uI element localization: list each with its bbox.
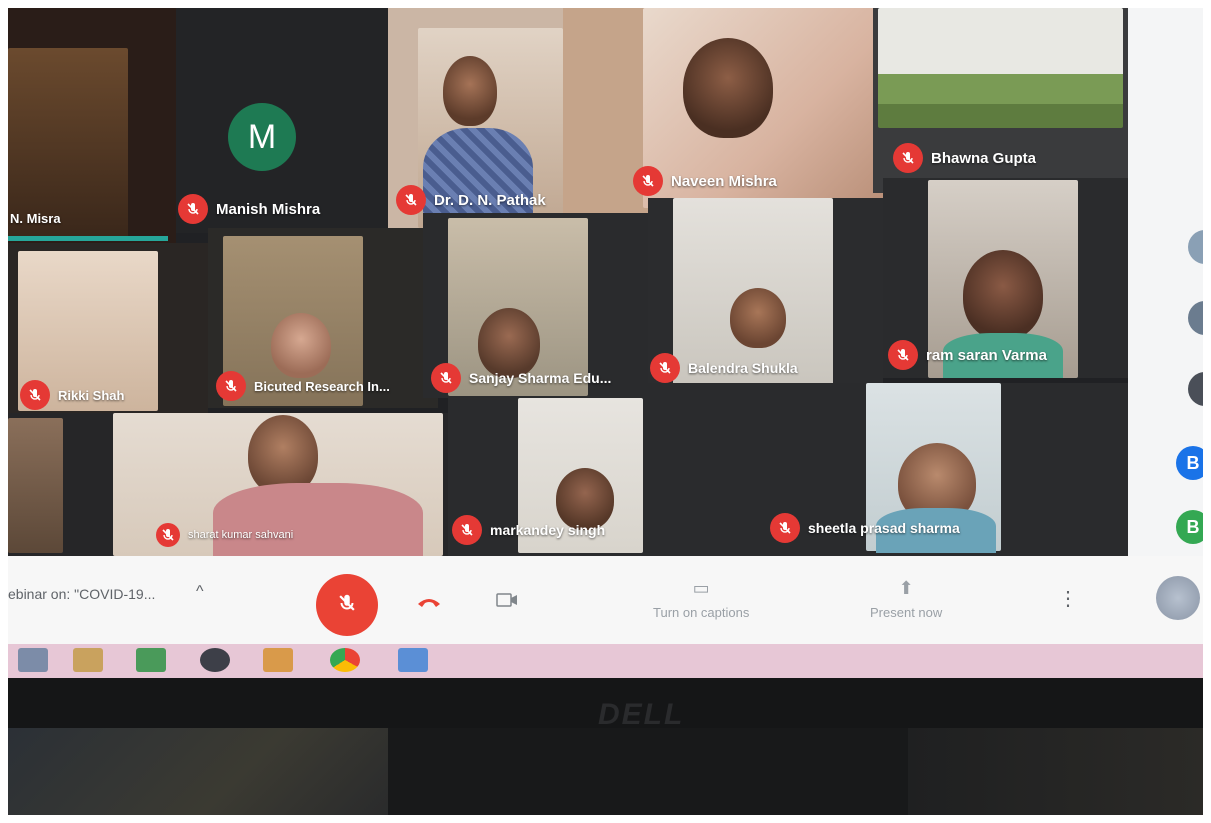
mic-off-icon bbox=[396, 185, 426, 215]
participant-tile[interactable]: Rikki Shah bbox=[8, 243, 208, 413]
monitor-photo: N. Misra M Manish Mishra Dr. D. N. Patha… bbox=[8, 8, 1203, 815]
mic-off-icon bbox=[336, 592, 358, 619]
avatar[interactable] bbox=[1188, 301, 1203, 335]
participant-tile[interactable]: Balendra Shukla bbox=[648, 198, 883, 388]
participant-name-label: sheetla prasad sharma bbox=[770, 513, 960, 543]
participant-name-label: N. Misra bbox=[10, 211, 61, 226]
taskbar-app-icon[interactable] bbox=[73, 648, 103, 672]
taskbar-app-icon[interactable] bbox=[398, 648, 428, 672]
participant-tile[interactable]: sharat kumar sahvani bbox=[8, 413, 448, 556]
participant-video bbox=[878, 8, 1123, 128]
participant-name-label: Manish Mishra bbox=[178, 194, 320, 224]
participant-name-label: Bhawna Gupta bbox=[893, 143, 1036, 173]
mic-off-icon bbox=[431, 363, 461, 393]
mic-off-icon bbox=[156, 523, 180, 547]
participant-name-label: Sanjay Sharma Edu... bbox=[431, 363, 611, 393]
participant-tile[interactable]: sheetla prasad sharma bbox=[648, 383, 1128, 556]
mic-off-icon bbox=[888, 340, 918, 370]
captions-button[interactable]: ▭ Turn on captions bbox=[653, 578, 749, 620]
mic-off-icon bbox=[178, 194, 208, 224]
more-vert-icon[interactable]: ⋮ bbox=[1058, 586, 1078, 611]
call-end-icon[interactable] bbox=[416, 594, 442, 613]
participant-head bbox=[443, 56, 497, 126]
mic-off-icon bbox=[452, 515, 482, 545]
participant-name-label: Naveen Mishra bbox=[633, 166, 777, 196]
participant-tile[interactable]: Dr. D. N. Pathak bbox=[388, 8, 563, 230]
mic-off-icon bbox=[633, 166, 663, 196]
present-button[interactable]: ⬆ Present now bbox=[870, 578, 942, 620]
monitor-brand-logo: DELL bbox=[598, 698, 685, 731]
mic-off-icon bbox=[893, 143, 923, 173]
participant-head bbox=[271, 313, 331, 378]
mic-off-icon bbox=[770, 513, 800, 543]
participant-head bbox=[730, 288, 786, 348]
photo-frame: N. Misra M Manish Mishra Dr. D. N. Patha… bbox=[0, 0, 1211, 823]
taskbar-app-icon[interactable] bbox=[18, 648, 48, 672]
os-taskbar bbox=[8, 644, 1203, 678]
participant-name-label: Balendra Shukla bbox=[650, 353, 798, 383]
participant-tile[interactable]: Bicuted Research In... bbox=[208, 228, 438, 408]
participant-video bbox=[8, 418, 63, 553]
avatar[interactable] bbox=[1156, 576, 1200, 620]
participant-head bbox=[683, 38, 773, 138]
participant-tile[interactable]: markandey singh bbox=[448, 398, 648, 556]
avatar: M bbox=[228, 103, 296, 171]
participant-name-label: markandey singh bbox=[452, 515, 605, 545]
camera-icon[interactable] bbox=[496, 592, 518, 613]
speaking-indicator bbox=[8, 236, 168, 241]
meeting-title[interactable]: ebinar on: "COVID-19... bbox=[8, 586, 155, 602]
participant-name-label: Rikki Shah bbox=[20, 380, 124, 410]
captions-icon: ▭ bbox=[692, 578, 710, 598]
participant-tile[interactable]: Bhawna Gupta bbox=[873, 8, 1128, 193]
participant-tile[interactable]: N. Misra bbox=[8, 8, 176, 248]
participant-name-label: sharat kumar sahvani bbox=[156, 523, 293, 547]
taskbar-app-icon[interactable] bbox=[136, 648, 166, 672]
avatar[interactable] bbox=[1188, 372, 1203, 406]
mic-off-icon bbox=[650, 353, 680, 383]
meeting-control-bar: ebinar on: "COVID-19... ^ ▭ Turn on capt… bbox=[8, 556, 1203, 644]
desk-object bbox=[8, 728, 388, 815]
participant-rail: B B bbox=[1128, 8, 1203, 556]
taskbar-app-icon[interactable] bbox=[200, 648, 230, 672]
present-icon: ⬆ bbox=[898, 578, 914, 598]
participant-grid: N. Misra M Manish Mishra Dr. D. N. Patha… bbox=[8, 8, 1128, 556]
desk-object bbox=[908, 728, 1203, 815]
avatar[interactable]: B bbox=[1176, 510, 1203, 544]
participant-name-label: Bicuted Research In... bbox=[216, 371, 390, 401]
chrome-icon[interactable] bbox=[330, 648, 360, 672]
participant-tile[interactable]: Naveen Mishra bbox=[563, 8, 883, 213]
participant-tile[interactable]: Sanjay Sharma Edu... bbox=[423, 213, 653, 398]
mic-toggle-button[interactable] bbox=[316, 574, 378, 636]
avatar[interactable]: B bbox=[1176, 446, 1203, 480]
participant-video bbox=[8, 48, 128, 238]
participant-name-label: Dr. D. N. Pathak bbox=[396, 185, 546, 215]
chevron-up-icon[interactable]: ^ bbox=[196, 583, 204, 601]
mic-off-icon bbox=[216, 371, 246, 401]
avatar[interactable] bbox=[1188, 230, 1203, 264]
participant-tile[interactable]: ram saran Varma bbox=[883, 178, 1128, 378]
participant-tile[interactable]: M Manish Mishra bbox=[176, 8, 414, 233]
mic-off-icon bbox=[20, 380, 50, 410]
meet-screen: N. Misra M Manish Mishra Dr. D. N. Patha… bbox=[8, 8, 1203, 678]
participant-name-label: ram saran Varma bbox=[888, 340, 1047, 370]
participant-head bbox=[963, 250, 1043, 340]
taskbar-app-icon[interactable] bbox=[263, 648, 293, 672]
